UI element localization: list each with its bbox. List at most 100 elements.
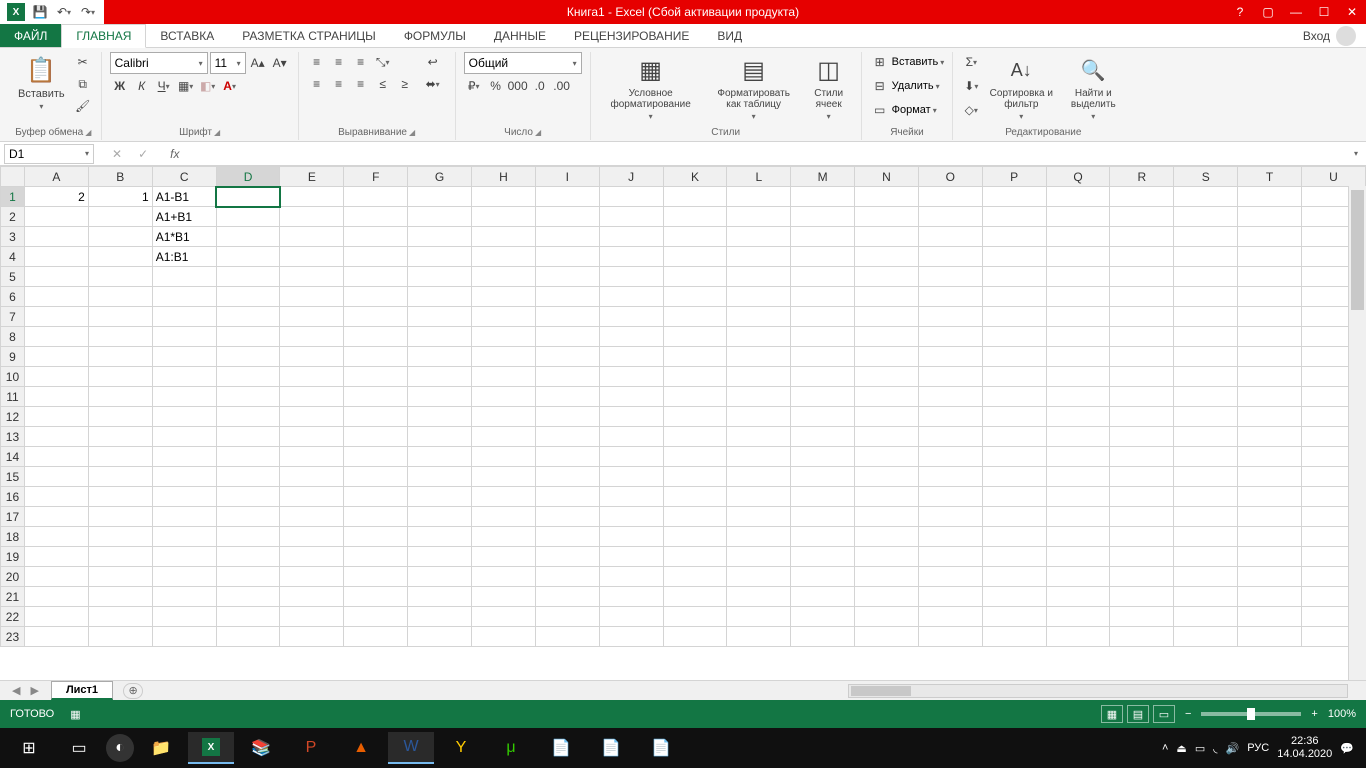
taskbar-app-excel[interactable]: X: [188, 732, 234, 764]
cell[interactable]: [280, 447, 344, 467]
cell[interactable]: [408, 327, 472, 347]
tab-insert[interactable]: ВСТАВКА: [146, 24, 228, 47]
cell[interactable]: [1110, 607, 1174, 627]
cell[interactable]: [1046, 487, 1110, 507]
cell[interactable]: [24, 627, 88, 647]
cell[interactable]: [472, 427, 536, 447]
cell[interactable]: [1110, 327, 1174, 347]
cell[interactable]: [727, 467, 791, 487]
cell[interactable]: [1174, 247, 1238, 267]
cell[interactable]: [727, 347, 791, 367]
cell[interactable]: [982, 367, 1046, 387]
cell[interactable]: [535, 627, 599, 647]
cell[interactable]: [152, 607, 216, 627]
cell[interactable]: [216, 487, 280, 507]
cell[interactable]: [727, 247, 791, 267]
cell[interactable]: [663, 367, 727, 387]
cell[interactable]: [216, 507, 280, 527]
cell[interactable]: [1238, 327, 1302, 347]
cell[interactable]: [408, 347, 472, 367]
cell[interactable]: [535, 247, 599, 267]
cell[interactable]: [1174, 427, 1238, 447]
cell[interactable]: [152, 327, 216, 347]
cell[interactable]: [24, 447, 88, 467]
cell[interactable]: [599, 347, 663, 367]
tab-formulas[interactable]: ФОРМУЛЫ: [390, 24, 480, 47]
cell[interactable]: [1174, 307, 1238, 327]
cell[interactable]: [982, 347, 1046, 367]
cell[interactable]: [1046, 347, 1110, 367]
row-header[interactable]: 6: [1, 287, 25, 307]
tab-page-layout[interactable]: РАЗМЕТКА СТРАНИЦЫ: [228, 24, 390, 47]
cell[interactable]: [918, 467, 982, 487]
cell[interactable]: [918, 287, 982, 307]
cell[interactable]: [535, 307, 599, 327]
cell[interactable]: [344, 547, 408, 567]
cell[interactable]: [663, 407, 727, 427]
cell[interactable]: [280, 427, 344, 447]
cell[interactable]: [663, 507, 727, 527]
cell[interactable]: [1046, 467, 1110, 487]
cell[interactable]: [535, 227, 599, 247]
tray-overflow-icon[interactable]: ˄: [1162, 742, 1168, 754]
cell[interactable]: [855, 507, 919, 527]
cell[interactable]: [88, 407, 152, 427]
zoom-level[interactable]: 100%: [1328, 708, 1356, 720]
cell[interactable]: [1110, 467, 1174, 487]
column-header[interactable]: I: [535, 167, 599, 187]
cell[interactable]: [472, 247, 536, 267]
cell[interactable]: [918, 587, 982, 607]
column-header[interactable]: T: [1238, 167, 1302, 187]
cell[interactable]: [535, 367, 599, 387]
cell[interactable]: [535, 287, 599, 307]
cell[interactable]: [918, 267, 982, 287]
minimize-icon[interactable]: —: [1282, 0, 1310, 24]
autosum-icon[interactable]: Σ▾: [961, 52, 981, 72]
cell[interactable]: [599, 467, 663, 487]
row-header[interactable]: 23: [1, 627, 25, 647]
cell[interactable]: [855, 427, 919, 447]
cell[interactable]: [280, 607, 344, 627]
format-cells-button[interactable]: ▭Формат▾: [870, 100, 945, 120]
cell[interactable]: [152, 547, 216, 567]
cell[interactable]: [280, 347, 344, 367]
cell[interactable]: [408, 427, 472, 447]
cell[interactable]: [1174, 607, 1238, 627]
increase-indent-icon[interactable]: ≥: [395, 74, 415, 94]
cell[interactable]: [216, 447, 280, 467]
sign-in[interactable]: Вход: [1293, 24, 1366, 47]
increase-font-icon[interactable]: A▴: [248, 53, 268, 73]
maximize-icon[interactable]: ☐: [1310, 0, 1338, 24]
row-header[interactable]: 11: [1, 387, 25, 407]
cell[interactable]: [855, 327, 919, 347]
cell[interactable]: [408, 207, 472, 227]
align-left-icon[interactable]: ≡: [307, 74, 327, 94]
cell[interactable]: [24, 567, 88, 587]
cell[interactable]: [599, 247, 663, 267]
cell[interactable]: [24, 247, 88, 267]
cell[interactable]: [88, 387, 152, 407]
dialog-launcher-icon[interactable]: ◢: [85, 128, 91, 137]
cell[interactable]: [280, 307, 344, 327]
cell[interactable]: [791, 487, 855, 507]
cell[interactable]: [472, 607, 536, 627]
cell[interactable]: [982, 307, 1046, 327]
cell[interactable]: [1046, 327, 1110, 347]
cell[interactable]: [1110, 187, 1174, 207]
cell[interactable]: [1174, 207, 1238, 227]
cell[interactable]: [216, 547, 280, 567]
cell[interactable]: [1238, 287, 1302, 307]
cell[interactable]: [727, 287, 791, 307]
align-center-icon[interactable]: ≡: [329, 74, 349, 94]
taskbar-app-doc1[interactable]: 📄: [538, 732, 584, 764]
cell[interactable]: [663, 467, 727, 487]
cell[interactable]: [918, 247, 982, 267]
row-header[interactable]: 14: [1, 447, 25, 467]
taskbar-app-winrar[interactable]: 📚: [238, 732, 284, 764]
formula-input[interactable]: [187, 144, 1346, 164]
cell[interactable]: [88, 287, 152, 307]
cell[interactable]: [535, 187, 599, 207]
cell[interactable]: [280, 247, 344, 267]
cell[interactable]: [535, 207, 599, 227]
format-painter-icon[interactable]: 🖌: [73, 96, 93, 116]
